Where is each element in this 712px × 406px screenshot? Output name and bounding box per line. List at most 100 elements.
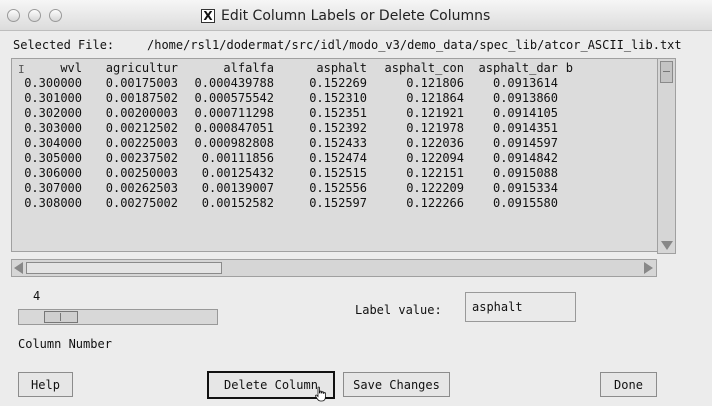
table-cell	[558, 76, 573, 91]
table-row: 0.308000 0.00275002 0.00152582 0.152597 0.12…	[12, 196, 573, 211]
table-cell: 0.308000	[24, 196, 82, 210]
table-cell: 0.00212502	[105, 121, 178, 135]
table-cell: 0.301000	[24, 91, 82, 105]
help-button[interactable]: Help	[18, 372, 73, 397]
table-cell: 0.302000	[24, 106, 82, 120]
selected-file-path: /home/rsl1/dodermat/src/idl/modo_v3/demo…	[147, 38, 682, 52]
scroll-right-arrow-icon[interactable]	[644, 262, 653, 274]
label-value-label: Label value:	[355, 303, 442, 317]
scroll-down-arrow-icon[interactable]	[661, 241, 673, 250]
table-cell: 0.0915334	[492, 181, 558, 195]
table-row: 0.307000 0.00262503 0.00139007 0.152556 0.12…	[12, 181, 573, 196]
table-cell: 0.152310	[309, 91, 367, 105]
table-cell: 0.00200003	[105, 106, 178, 120]
table-cell: 0.122266	[406, 196, 464, 210]
table-cell: 0.122151	[406, 166, 464, 180]
window-title: Edit Column Labels or Delete Columns	[221, 8, 491, 24]
column-number-label: Column Number	[18, 337, 112, 351]
column-header[interactable]: b	[558, 61, 573, 76]
horizontal-scroll-thumb[interactable]	[26, 262, 222, 274]
table-cell: 0.0914351	[492, 121, 558, 135]
zoom-window-button[interactable]	[49, 9, 62, 22]
table-cell: 0.00111856	[201, 151, 274, 165]
table-cell: 0.00125432	[201, 166, 274, 180]
table-cell: 0.000575542	[194, 91, 274, 105]
table-cell	[558, 121, 573, 136]
table-cell	[558, 136, 573, 151]
table-cell: 0.0914597	[492, 136, 558, 150]
table-cell: 0.121864	[406, 91, 464, 105]
table-cell	[558, 151, 573, 166]
close-window-button[interactable]	[7, 9, 20, 22]
table-row: 0.301000 0.00187502 0.000575542 0.152310 0.1…	[12, 91, 573, 106]
table-row: 0.300000 0.00175003 0.000439788 0.152269 0.1…	[12, 76, 573, 91]
selected-file-label: Selected File:	[13, 38, 115, 52]
table-cell: 0.152269	[309, 76, 367, 90]
table-cell: 0.307000	[24, 181, 82, 195]
column-header[interactable]: asphalt	[274, 61, 367, 76]
save-changes-button[interactable]: Save Changes	[343, 372, 450, 397]
title-bar: X Edit Column Labels or Delete Columns	[0, 0, 712, 31]
table-cell	[558, 166, 573, 181]
column-header[interactable]: wvl	[12, 61, 82, 76]
table-cell: 0.152556	[309, 181, 367, 195]
table-cell: 0.122036	[406, 136, 464, 150]
slider-knob[interactable]	[43, 311, 78, 323]
table-cell: 0.0913614	[492, 76, 558, 90]
column-header[interactable]: alfalfa	[178, 61, 274, 76]
table-cell: 0.122094	[406, 151, 464, 165]
slider-value: 4	[33, 289, 41, 303]
table-cell: 0.00187502	[105, 91, 178, 105]
table-cell: 0.00250003	[105, 166, 178, 180]
vertical-scroll-thumb[interactable]	[660, 61, 673, 83]
table-row: 0.305000 0.00237502 0.00111856 0.152474 0.12…	[12, 151, 573, 166]
table-cell: 0.306000	[24, 166, 82, 180]
column-header[interactable]: asphalt_dar	[464, 61, 558, 76]
table-cell: 0.00152582	[201, 196, 274, 210]
table-cell: 0.152515	[309, 166, 367, 180]
table-cell: 0.00225003	[105, 136, 178, 150]
column-number-slider[interactable]	[18, 309, 218, 325]
table-cell: 0.000439788	[194, 76, 274, 90]
table-cell: 0.000711298	[194, 106, 274, 120]
data-table: wvl agricultur alfalfa asphalt asphalt_c…	[12, 61, 573, 211]
table-cell	[558, 196, 573, 211]
column-header[interactable]: asphalt_con	[367, 61, 464, 76]
horizontal-scrollbar[interactable]	[11, 259, 657, 277]
label-value-input[interactable]	[465, 292, 576, 322]
table-cell: 0.0913860	[492, 91, 558, 105]
x11-icon: X	[201, 9, 215, 23]
table-cell: 0.304000	[24, 136, 82, 150]
table-cell: 0.152392	[309, 121, 367, 135]
table-row: 0.303000 0.00212502 0.000847051 0.152392 0.1…	[12, 121, 573, 136]
table-cell: 0.152597	[309, 196, 367, 210]
table-cell	[558, 91, 573, 106]
table-cell: 0.00139007	[201, 181, 274, 195]
table-cell: 0.121921	[406, 106, 464, 120]
table-cell: 0.122209	[406, 181, 464, 195]
table-cell: 0.0914105	[492, 106, 558, 120]
table-cell: 0.00275002	[105, 196, 178, 210]
data-table-panel[interactable]: I wvl agricultur alfalfa asphalt asphalt…	[11, 58, 657, 252]
table-row: 0.302000 0.00200003 0.000711298 0.152351 0.1…	[12, 106, 573, 121]
table-cell: 0.152474	[309, 151, 367, 165]
table-body: 0.300000 0.00175003 0.000439788 0.152269 0.1…	[12, 76, 573, 211]
table-cell: 0.000982808	[194, 136, 274, 150]
table-cell: 0.152433	[309, 136, 367, 150]
table-cell: 0.300000	[24, 76, 82, 90]
hand-cursor-icon	[315, 386, 326, 402]
column-header[interactable]: agricultur	[82, 61, 178, 76]
table-cell: 0.000847051	[194, 121, 274, 135]
table-cell: 0.0915580	[492, 196, 558, 210]
vertical-scrollbar[interactable]	[657, 58, 676, 254]
table-row: 0.304000 0.00225003 0.000982808 0.152433 0.1…	[12, 136, 573, 151]
minimize-window-button[interactable]	[28, 9, 41, 22]
table-cell: 0.152351	[309, 106, 367, 120]
table-cell	[558, 106, 573, 121]
scroll-left-arrow-icon[interactable]	[14, 262, 23, 274]
done-button[interactable]: Done	[600, 372, 657, 397]
table-cell: 0.00237502	[105, 151, 178, 165]
table-cell: 0.0915088	[492, 166, 558, 180]
table-header-row: wvl agricultur alfalfa asphalt asphalt_c…	[12, 61, 573, 76]
table-cell: 0.00262503	[105, 181, 178, 195]
